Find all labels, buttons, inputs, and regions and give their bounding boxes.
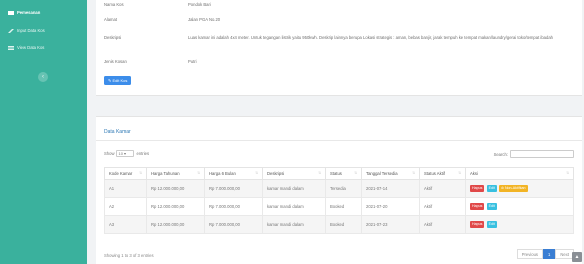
cell-aksi: Hapus Edit (465, 197, 574, 216)
list-icon (8, 45, 14, 50)
cell-harga-6-bulan: Rp 7.000.000,00 (204, 215, 263, 234)
cell-harga-tahunan: Rp 12.000.000,00 (146, 179, 205, 198)
edit-icon (8, 28, 14, 33)
table-row: A1 Rp 12.000.000,00 Rp 7.000.000,00 kama… (104, 179, 574, 198)
scroll-to-top-button[interactable]: ▲ (572, 252, 582, 262)
edit-button[interactable]: Edit (486, 221, 497, 228)
cell-kode: A2 (104, 197, 147, 216)
cell-tanggal: 2021-07-23 (361, 215, 420, 234)
cell-tanggal: 2021-07-14 (361, 179, 420, 198)
search-input[interactable] (510, 150, 574, 158)
info-value: Pondok Bari (188, 2, 211, 7)
entries-label: entries (136, 151, 150, 156)
non-aktifkan-button[interactable]: ⊘ Non-Aktifkan (498, 185, 528, 192)
info-label: Jenis Kosan (104, 59, 127, 64)
info-label: Nama Kos (104, 2, 124, 7)
info-value: Jalan PGA No.20 (188, 17, 221, 22)
cell-deskripsi: kamar mandi dalam (262, 197, 326, 216)
column-header[interactable]: Status Aktif ⇅ (419, 167, 466, 180)
cell-aksi: Hapus Edit ⊘ Non-Aktifkan (465, 179, 574, 198)
edit-button[interactable]: Edit (486, 185, 497, 192)
cell-status: Booked (325, 215, 362, 234)
cell-harga-tahunan: Rp 12.000.000,00 (146, 197, 205, 216)
divider (96, 140, 582, 141)
hapus-button[interactable]: Hapus (470, 185, 485, 192)
kos-info-card: Nama Kos Pondok Bari Alamat Jalan PGA No… (96, 0, 582, 96)
sidebar-item-view-data-kos[interactable]: View Data Kos (8, 45, 44, 50)
cell-deskripsi: kamar mandi dalam (262, 179, 326, 198)
kamar-table: Kode Kamar ⇅ Harga Tahunan ⇅ Harga 6 Bulan… (104, 167, 574, 234)
cell-harga-6-bulan: Rp 7.000.000,00 (204, 197, 263, 216)
info-row-deskripsi: Deskripsi Luas kamar ini adalah 4x4 mete… (104, 35, 574, 41)
hapus-button[interactable]: Hapus (470, 221, 485, 228)
search-control: Search: (494, 150, 574, 158)
table-info: Showing 1 to 3 of 3 entries (104, 253, 154, 258)
show-label: Show (104, 151, 115, 156)
entries-select[interactable]: 10 ▾ (116, 150, 135, 157)
data-kamar-card: Data Kamar Show 10 ▾ entries Search: Kod… (96, 116, 582, 264)
info-row-alamat: Alamat Jalan PGA No.20 (104, 17, 574, 23)
column-header[interactable]: Harga Tahunan ⇅ (146, 167, 205, 180)
sidebar-item-pemesanan[interactable]: Pemesanan (8, 10, 40, 15)
info-value: Luas kamar ini adalah 4x4 meter. Untuk t… (188, 35, 553, 40)
table-header-row: Kode Kamar ⇅ Harga Tahunan ⇅ Harga 6 Bulan… (104, 167, 574, 180)
pagination-page-1[interactable]: 1 (543, 249, 556, 259)
sidebar: Pemesanan Input Data Kos View Data Kos ‹ (0, 0, 87, 264)
search-label: Search: (493, 151, 508, 157)
cell-harga-tahunan: Rp 12.000.000,00 (146, 215, 205, 234)
edit-button[interactable]: Edit (486, 203, 497, 210)
pagination: Previous 1 Next (516, 249, 574, 259)
cell-status-aktif: Aktif (419, 179, 466, 198)
info-row-jenis: Jenis Kosan Putri (104, 59, 574, 65)
card-title: Data Kamar (104, 129, 131, 135)
cell-kode: A1 (104, 179, 147, 198)
sidebar-item-label: Pemesanan (17, 10, 41, 15)
entries-length-control: Show 10 ▾ entries (104, 150, 149, 157)
column-header[interactable]: Harga 6 Bulan ⇅ (204, 167, 263, 180)
sidebar-item-label: Input Data Kos (17, 28, 45, 33)
cell-kode: A3 (104, 215, 147, 234)
edit-kos-button[interactable]: ✎ Edit Kos (104, 76, 132, 85)
cell-deskripsi: kamar mandi dalam (262, 215, 326, 234)
sidebar-item-input-data-kos[interactable]: Input Data Kos (8, 28, 45, 33)
column-header[interactable]: Aksi ⇅ (465, 167, 574, 180)
table-row: A2 Rp 12.000.000,00 Rp 7.000.000,00 kama… (104, 197, 574, 216)
cell-tanggal: 2021-07-20 (361, 197, 420, 216)
info-label: Alamat (104, 17, 118, 22)
receipt-icon (8, 10, 14, 15)
cell-aksi: Hapus Edit (465, 215, 574, 234)
sidebar-item-label: View Data Kos (17, 45, 45, 50)
table-row: A3 Rp 12.000.000,00 Rp 7.000.000,00 kama… (104, 215, 574, 234)
column-header[interactable]: Tanggal Tersedia ⇅ (361, 167, 420, 180)
cell-status-aktif: Aktif (419, 197, 466, 216)
info-row-nama: Nama Kos Pondok Bari (104, 2, 574, 8)
cell-status: Booked (325, 197, 362, 216)
column-header[interactable]: Status ⇅ (325, 167, 362, 180)
info-value: Putri (188, 59, 197, 64)
pagination-previous[interactable]: Previous (516, 249, 544, 259)
cell-harga-6-bulan: Rp 7.000.000,00 (204, 179, 263, 198)
sidebar-toggle-button[interactable]: ‹ (38, 72, 48, 82)
hapus-button[interactable]: Hapus (470, 203, 485, 210)
cell-status-aktif: Aktif (419, 215, 466, 234)
column-header[interactable]: Deskripsi ⇅ (262, 167, 326, 180)
cell-status: Tersedia (325, 179, 362, 198)
column-header[interactable]: Kode Kamar ⇅ (104, 167, 147, 180)
info-label: Deskripsi (104, 35, 122, 40)
